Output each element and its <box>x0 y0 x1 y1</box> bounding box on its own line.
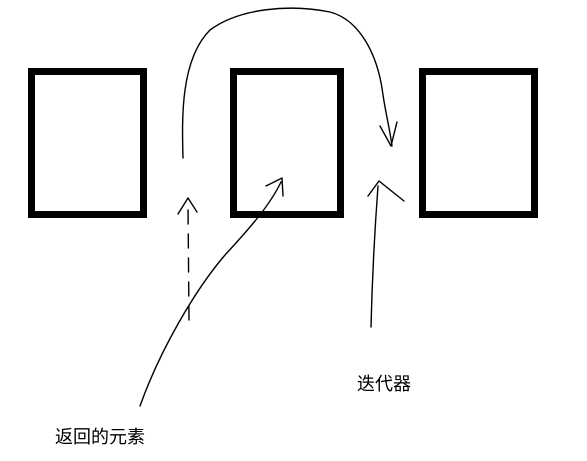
iterator-label: 迭代器 <box>357 374 411 395</box>
diagram-canvas <box>28 7 538 407</box>
previous-position-dashed-arrow <box>187 204 190 321</box>
iterator-arrowhead <box>367 180 405 202</box>
returned-element-arrow <box>139 181 282 407</box>
returned-element-label: 返回的元素 <box>55 427 145 448</box>
element-box-2 <box>230 68 344 218</box>
iterator-arrow <box>370 185 379 328</box>
advance-curve-arrow <box>181 7 393 159</box>
element-box-3 <box>419 68 538 218</box>
element-box-1 <box>28 68 147 218</box>
